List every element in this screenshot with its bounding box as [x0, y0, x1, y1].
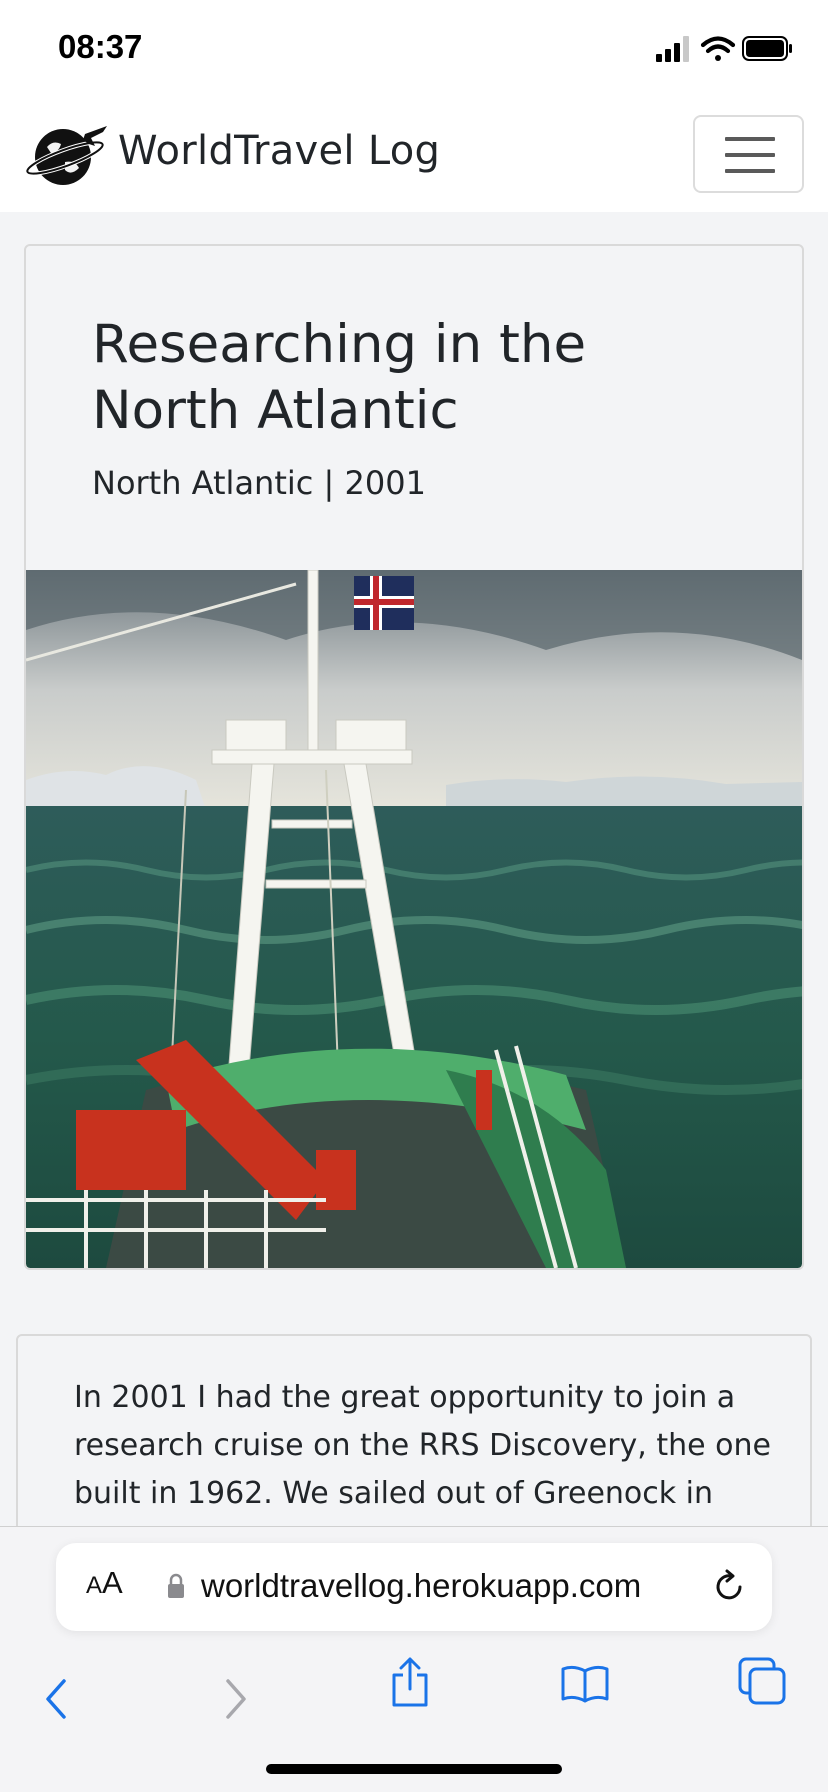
text-size-small-label: A — [86, 1572, 103, 1599]
ship-at-sea-photo — [26, 570, 802, 1268]
status-icons — [656, 34, 796, 66]
bookmarks-icon[interactable] — [560, 1663, 610, 1703]
lock-icon — [168, 1573, 184, 1598]
location-year-subtitle: North Atlantic | 2001 — [92, 464, 426, 502]
back-icon[interactable] — [44, 1679, 68, 1719]
address-bar[interactable]: AA worldtravellog.herokuapp.com — [56, 1543, 772, 1631]
page-title: Researching in the North Atlantic — [92, 314, 587, 441]
cellular-signal-icon — [656, 36, 689, 62]
navbar-toggle-button[interactable] — [693, 115, 804, 193]
forward-icon[interactable] — [224, 1679, 248, 1719]
text-size-button[interactable]: AA — [86, 1565, 123, 1601]
text-size-large-label: A — [102, 1565, 123, 1600]
status-bar: 08:37 — [0, 0, 828, 100]
reload-icon[interactable] — [712, 1567, 748, 1607]
home-indicator — [266, 1764, 562, 1774]
globe-airplane-logo-icon[interactable] — [25, 122, 109, 188]
battery-icon — [742, 36, 792, 61]
tabs-icon[interactable] — [738, 1657, 786, 1705]
navbar: WorldTravel Log — [0, 100, 828, 212]
browser-toolbar: AA worldtravellog.herokuapp.com — [0, 1526, 828, 1792]
hamburger-line — [725, 169, 775, 173]
brand-name[interactable]: WorldTravel Log — [118, 128, 440, 174]
hamburger-menu-icon — [725, 137, 775, 141]
share-icon[interactable] — [390, 1657, 430, 1707]
flag — [354, 576, 414, 630]
status-time: 08:37 — [58, 28, 143, 65]
url-text[interactable]: worldtravellog.herokuapp.com — [201, 1567, 641, 1605]
article-text: In 2001 I had the great opportunity to j… — [74, 1380, 771, 1511]
hamburger-line — [725, 153, 775, 157]
hero-card: Researching in the North Atlantic North … — [24, 244, 804, 1270]
wifi-icon — [700, 36, 736, 61]
